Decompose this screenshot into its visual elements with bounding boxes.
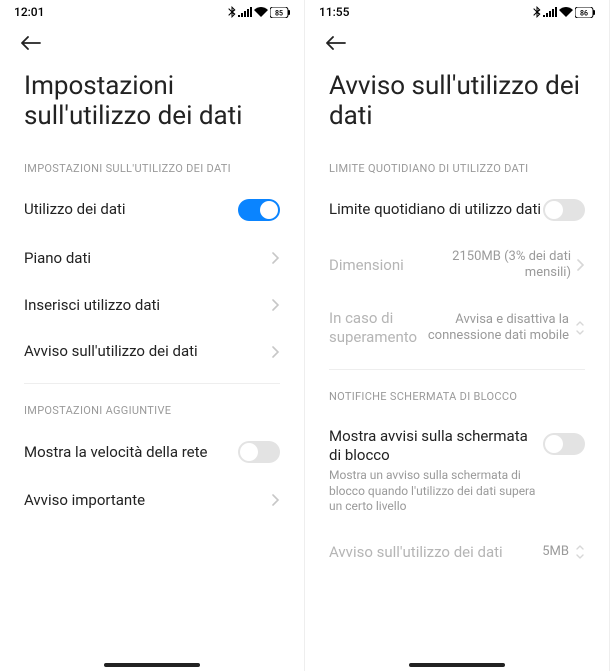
row-label: Utilizzo dei dati	[24, 200, 238, 219]
row-label: Mostra la velocità della rete	[24, 443, 238, 462]
toggle-data-usage[interactable]	[238, 199, 280, 221]
row-enter-usage[interactable]: Inserisci utilizzo dati	[0, 282, 304, 329]
row-label: Mostra avvisi sulla schermata di blocco	[329, 427, 543, 465]
chevron-right-icon	[272, 346, 280, 358]
app-bar	[0, 24, 304, 54]
divider	[24, 383, 280, 384]
row-size: Dimensioni 2150MB (3% dei dati mensili)	[305, 235, 609, 296]
chevron-right-icon	[272, 494, 280, 506]
row-usage-warning-amount: Avviso sull'utilizzo dei dati 5MB	[305, 529, 609, 576]
row-value: Avvisa e disattiva la connessione dati m…	[419, 312, 569, 345]
row-show-speed[interactable]: Mostra la velocità della rete	[0, 427, 304, 477]
section-header-additional: IMPOSTAZIONI AGGIUNTIVE	[0, 388, 304, 427]
phone-right: 11:55 86 Avviso sull'utilizzo dei dati L…	[305, 0, 610, 671]
row-daily-limit[interactable]: Limite quotidiano di utilizzo dati	[305, 185, 609, 235]
section-header-lock-notif: NOTIFICHE SCHERMATA DI BLOCCO	[305, 374, 609, 413]
row-usage-warning[interactable]: Avviso sull'utilizzo dei dati	[0, 328, 304, 375]
page-title: Avviso sull'utilizzo dei dati	[305, 54, 609, 146]
toggle-show-speed[interactable]	[238, 441, 280, 463]
battery-icon: 86	[575, 7, 595, 18]
chevron-right-icon	[577, 259, 585, 271]
status-icons: 86	[533, 6, 595, 18]
home-indicator[interactable]	[104, 663, 200, 667]
divider	[329, 369, 585, 370]
svg-text:86: 86	[580, 9, 588, 17]
row-label: Avviso sull'utilizzo dei dati	[24, 342, 266, 361]
toggle-lock-warning[interactable]	[543, 433, 585, 455]
page-title: Impostazioni sull'utilizzo dei dati	[0, 54, 304, 146]
row-label: Piano dati	[24, 249, 266, 268]
row-value: 5MB	[542, 544, 569, 560]
row-overage: In caso di superamento Avvisa e disattiv…	[305, 295, 609, 361]
home-indicator[interactable]	[409, 663, 505, 667]
signal-icon	[238, 7, 252, 17]
back-button[interactable]	[20, 32, 42, 54]
row-label: Avviso importante	[24, 491, 266, 510]
svg-text:85: 85	[275, 9, 283, 17]
row-label: Inserisci utilizzo dati	[24, 296, 266, 315]
battery-icon: 85	[270, 7, 290, 18]
signal-icon	[543, 7, 557, 17]
row-value: 2150MB (3% dei dati mensili)	[421, 249, 571, 282]
row-label: Dimensioni	[329, 256, 421, 275]
chevron-right-icon	[272, 252, 280, 264]
status-bar: 11:55 86	[305, 0, 609, 24]
updown-icon	[575, 544, 585, 560]
toggle-daily-limit[interactable]	[543, 199, 585, 221]
phone-left: 12:01 85 Impostazioni sull'utilizzo dei …	[0, 0, 305, 671]
status-bar: 12:01 85	[0, 0, 304, 24]
back-button[interactable]	[325, 32, 347, 54]
row-subtitle: Mostra un avviso sulla schermata di bloc…	[329, 468, 543, 515]
row-data-usage[interactable]: Utilizzo dei dati	[0, 185, 304, 235]
row-data-plan[interactable]: Piano dati	[0, 235, 304, 282]
row-label: In caso di superamento	[329, 309, 419, 347]
row-label: Limite quotidiano di utilizzo dati	[329, 200, 543, 219]
status-time: 11:55	[319, 5, 349, 19]
arrow-left-icon	[21, 36, 41, 50]
app-bar	[305, 24, 609, 54]
chevron-right-icon	[272, 299, 280, 311]
section-header-daily-limit: LIMITE QUOTIDIANO DI UTILIZZO DATI	[305, 146, 609, 185]
bluetooth-icon	[533, 6, 541, 18]
status-icons: 85	[228, 6, 290, 18]
row-lock-screen-warning[interactable]: Mostra avvisi sulla schermata di blocco …	[305, 413, 609, 529]
wifi-icon	[254, 7, 268, 17]
bluetooth-icon	[228, 6, 236, 18]
status-time: 12:01	[14, 5, 44, 19]
section-header-usage: IMPOSTAZIONI SULL'UTILIZZO DEI DATI	[0, 146, 304, 185]
row-label: Avviso sull'utilizzo dei dati	[329, 543, 542, 562]
arrow-left-icon	[326, 36, 346, 50]
row-important-notice[interactable]: Avviso importante	[0, 477, 304, 524]
wifi-icon	[559, 7, 573, 17]
updown-icon	[575, 320, 585, 336]
